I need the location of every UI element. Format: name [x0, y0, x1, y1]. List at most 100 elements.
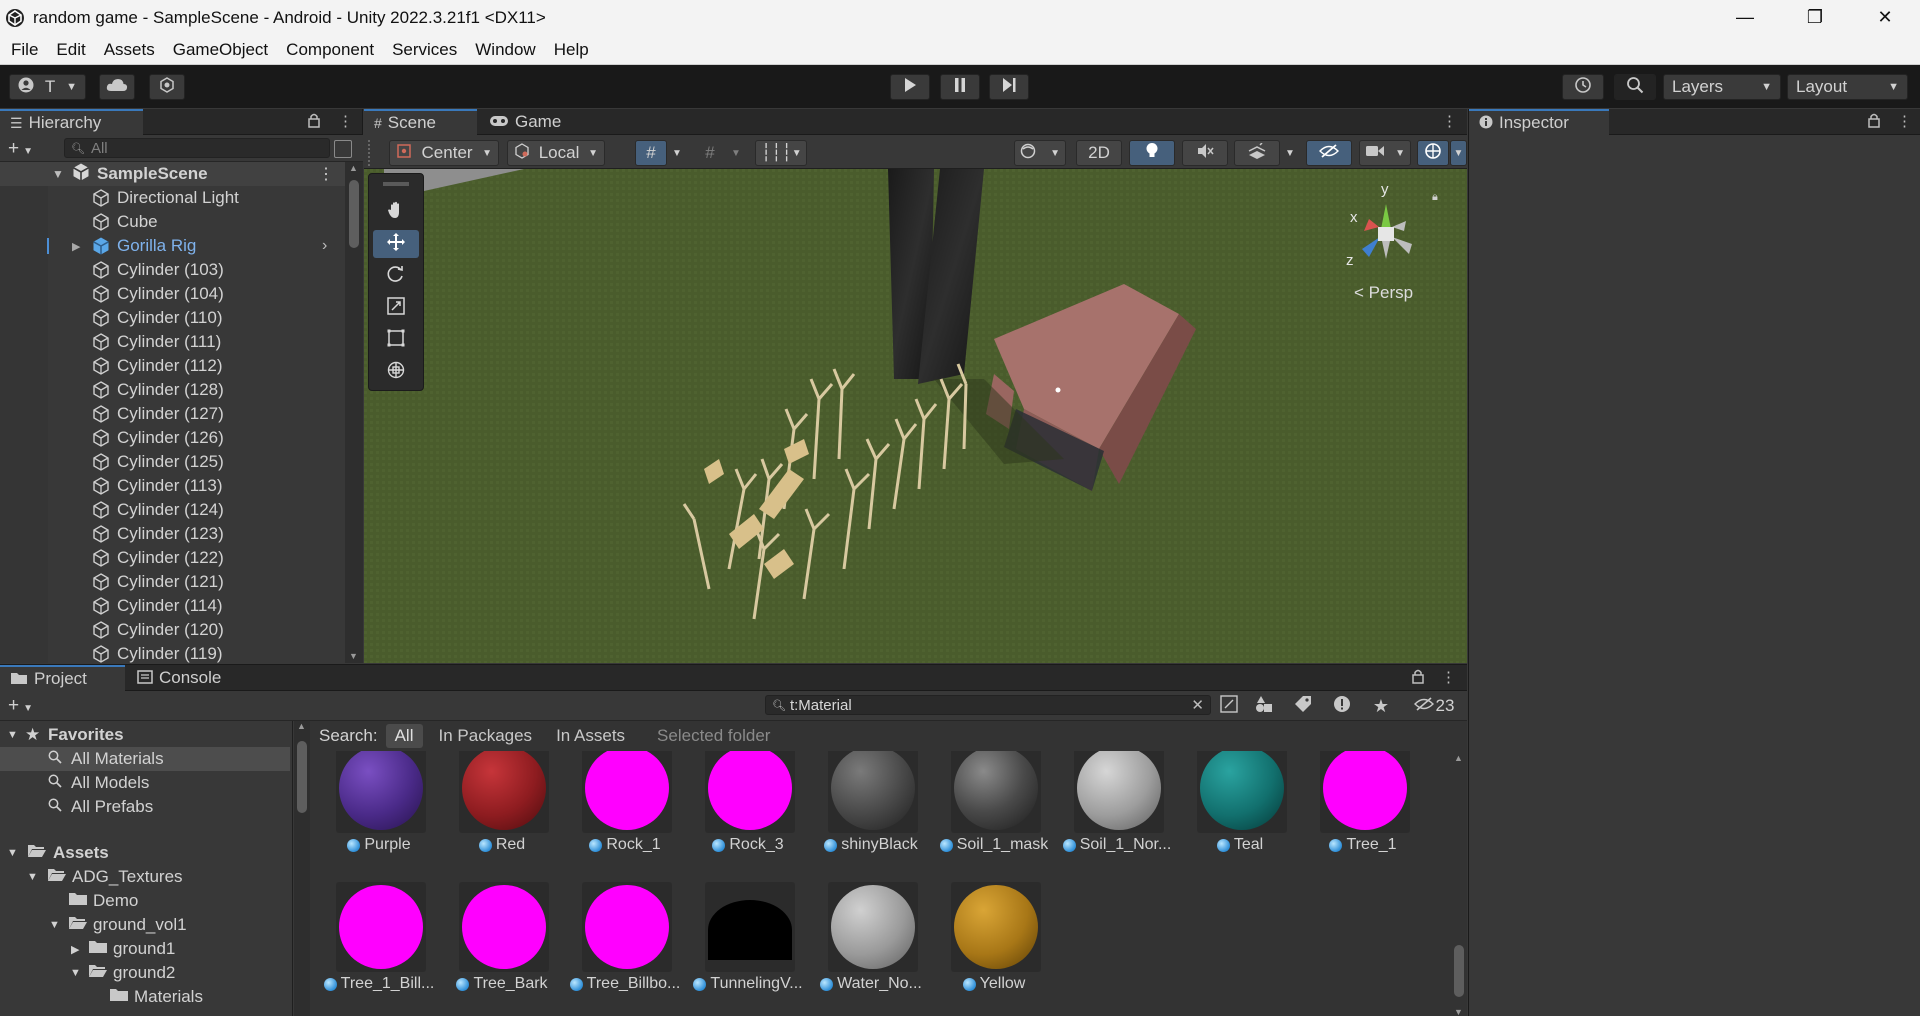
- tab-inspector[interactable]: Inspector: [1469, 109, 1609, 135]
- projection-label[interactable]: < Persp: [1354, 283, 1413, 303]
- collab-button[interactable]: [149, 74, 185, 100]
- menu-gameobject[interactable]: GameObject: [164, 40, 277, 60]
- scene-viewport[interactable]: y x z 🔒︎ < Persp: [364, 169, 1467, 663]
- scope-selected-folder-button[interactable]: Selected folder: [657, 726, 770, 746]
- tab-hierarchy[interactable]: ☰ Hierarchy: [0, 109, 143, 135]
- search-scope-icon[interactable]: [334, 140, 352, 158]
- scroll-up-icon[interactable]: ▲: [1454, 753, 1463, 763]
- material-asset[interactable]: TunnelingV...: [687, 882, 809, 1012]
- favorite-button[interactable]: ★: [1370, 695, 1392, 717]
- increment-snap-icon[interactable]: #: [694, 140, 726, 166]
- create-add-button[interactable]: + ▼: [8, 695, 33, 717]
- assets-root[interactable]: ▼ Assets: [0, 841, 290, 865]
- hierarchy-item[interactable]: Cylinder (128): [0, 378, 345, 402]
- collapse-arrow-icon[interactable]: ▼: [52, 167, 64, 181]
- material-asset[interactable]: Tree_Bark: [441, 882, 563, 1012]
- effects-toggle[interactable]: [1234, 140, 1280, 166]
- hierarchy-scrollbar[interactable]: ▲ ▼: [345, 162, 363, 663]
- gizmos-toggle[interactable]: [1417, 140, 1449, 166]
- open-prefab-icon[interactable]: ›: [322, 237, 327, 255]
- lock-icon[interactable]: 🔒︎: [1432, 191, 1438, 204]
- scroll-up-icon[interactable]: ▲: [349, 163, 358, 173]
- scene-row[interactable]: ▼ SampleScene ⋮: [0, 162, 345, 186]
- hierarchy-item[interactable]: Cylinder (123): [0, 522, 345, 546]
- tree-scrollbar[interactable]: ▲: [294, 721, 310, 1016]
- layers-dropdown[interactable]: Layers ▼: [1663, 74, 1781, 100]
- chevron-down-icon[interactable]: ▼: [1281, 140, 1299, 166]
- folder-ground1[interactable]: ▶ ground1: [0, 937, 290, 961]
- scroll-down-icon[interactable]: ▼: [349, 651, 358, 661]
- menu-help[interactable]: Help: [545, 40, 598, 60]
- kebab-menu-icon[interactable]: ⋮: [1897, 112, 1912, 130]
- material-asset[interactable]: Soil_1_Nor...: [1056, 743, 1178, 873]
- favorite-all-materials[interactable]: All Materials: [0, 747, 290, 771]
- hierarchy-search-input[interactable]: 🔍︎ All: [64, 138, 330, 158]
- folder-ground-vol1[interactable]: ▼ ground_vol1: [0, 913, 290, 937]
- tab-scene[interactable]: # Scene: [364, 109, 477, 135]
- folder-demo[interactable]: Demo: [0, 889, 290, 913]
- rect-tool-button[interactable]: [373, 326, 419, 354]
- minimize-button[interactable]: —: [1710, 0, 1780, 35]
- folder-adg-textures[interactable]: ▼ ADG_Textures: [0, 865, 290, 889]
- collapse-arrow-icon[interactable]: ▼: [7, 847, 18, 859]
- hierarchy-item[interactable]: Cylinder (114): [0, 594, 345, 618]
- lock-icon[interactable]: [1411, 668, 1425, 688]
- hierarchy-item[interactable]: Cylinder (113): [0, 474, 345, 498]
- filter-log-button[interactable]: [1331, 695, 1353, 717]
- material-asset[interactable]: Water_No...: [810, 882, 932, 1012]
- scope-packages-button[interactable]: In Packages: [439, 726, 533, 746]
- scroll-down-icon[interactable]: ▼: [1454, 1007, 1463, 1016]
- account-dropdown[interactable]: T ▼: [9, 74, 86, 100]
- scale-tool-button[interactable]: [373, 294, 419, 322]
- tab-game[interactable]: Game: [479, 109, 579, 135]
- tab-console[interactable]: Console: [127, 665, 237, 691]
- collapse-arrow-icon[interactable]: ▼: [27, 871, 38, 883]
- toggle-2d-button[interactable]: 2D: [1076, 140, 1122, 166]
- hierarchy-item[interactable]: Cylinder (127): [0, 402, 345, 426]
- hierarchy-item[interactable]: Cube: [0, 210, 345, 234]
- menu-assets[interactable]: Assets: [95, 40, 164, 60]
- scene-kebab-icon[interactable]: ⋮: [318, 164, 334, 184]
- folder-materials[interactable]: Materials: [0, 985, 290, 1009]
- move-tool-button[interactable]: [373, 230, 419, 258]
- camera-dropdown[interactable]: ▼: [1359, 140, 1411, 166]
- palette-drag-handle[interactable]: [383, 182, 409, 186]
- kebab-menu-icon[interactable]: ⋮: [1441, 668, 1456, 686]
- hierarchy-item[interactable]: ▶ › Gorilla Rig: [0, 234, 345, 258]
- collapse-arrow-icon[interactable]: ▼: [7, 729, 18, 741]
- pivot-dropdown[interactable]: Center ▼: [389, 140, 499, 166]
- cloud-button[interactable]: [99, 74, 135, 100]
- orientation-gizmo[interactable]: y x z 🔒︎ < Persp: [1324, 179, 1444, 319]
- lock-icon[interactable]: [307, 112, 321, 132]
- filter-type-button[interactable]: [1253, 695, 1275, 717]
- clear-search-icon[interactable]: ✕: [1191, 696, 1204, 714]
- asset-scrollbar[interactable]: ▲ ▼: [1450, 751, 1467, 1016]
- material-asset[interactable]: Soil_1_mask: [933, 743, 1055, 873]
- material-asset[interactable]: Tree_1_Bill...: [318, 882, 440, 1012]
- rotate-tool-button[interactable]: [373, 262, 419, 290]
- maximize-button[interactable]: ❐: [1780, 0, 1850, 35]
- material-asset[interactable]: Yellow: [933, 882, 1055, 1012]
- hierarchy-item[interactable]: Cylinder (111): [0, 330, 345, 354]
- draw-mode-dropdown[interactable]: ▼: [1014, 140, 1066, 166]
- folder-ground2[interactable]: ▼ ground2: [0, 961, 290, 985]
- favorite-all-prefabs[interactable]: All Prefabs: [0, 795, 290, 819]
- space-dropdown[interactable]: Local ▼: [507, 140, 605, 166]
- scrollbar-thumb[interactable]: [297, 741, 307, 813]
- step-button[interactable]: [989, 74, 1029, 100]
- menu-file[interactable]: File: [0, 40, 47, 60]
- hierarchy-item[interactable]: Cylinder (121): [0, 570, 345, 594]
- favorite-all-models[interactable]: All Models: [0, 771, 290, 795]
- kebab-menu-icon[interactable]: ⋮: [338, 112, 353, 130]
- drag-handle-icon[interactable]: [368, 140, 376, 166]
- collapse-arrow-icon[interactable]: ▼: [49, 919, 60, 931]
- material-asset[interactable]: Teal: [1179, 743, 1301, 873]
- chevron-down-icon[interactable]: ▼: [1450, 140, 1467, 166]
- pause-button[interactable]: [940, 74, 980, 100]
- hierarchy-item[interactable]: Cylinder (122): [0, 546, 345, 570]
- expand-arrow-icon[interactable]: ▶: [71, 943, 79, 956]
- hidden-packages-button[interactable]: 23: [1407, 695, 1461, 717]
- menu-edit[interactable]: Edit: [47, 40, 94, 60]
- hierarchy-item[interactable]: Cylinder (119): [0, 642, 345, 663]
- hand-tool-button[interactable]: [373, 198, 419, 226]
